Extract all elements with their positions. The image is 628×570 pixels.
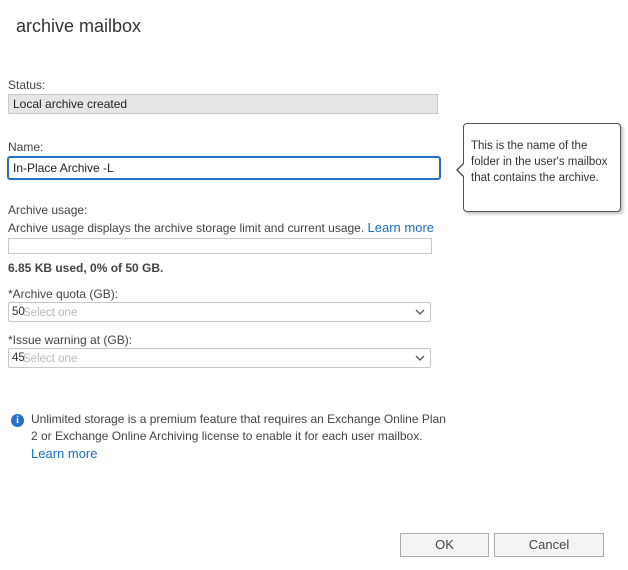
archive-usage-bar <box>8 238 432 254</box>
cancel-button[interactable]: Cancel <box>494 533 604 557</box>
archive-usage-description: Archive usage displays the archive stora… <box>8 220 434 235</box>
chevron-down-icon <box>415 309 425 315</box>
info-message: Unlimited storage is a premium feature t… <box>31 411 451 463</box>
archive-quota-placeholder: Select one <box>23 307 78 319</box>
name-tooltip: This is the name of the folder in the us… <box>456 123 621 212</box>
archive-quota-select[interactable]: 50 Select one <box>8 302 431 322</box>
info-icon: i <box>11 414 24 427</box>
learn-more-link[interactable]: Learn more <box>368 220 434 235</box>
info-learn-more-link[interactable]: Learn more <box>31 446 97 461</box>
tooltip-text: This is the name of the folder in the us… <box>471 140 608 184</box>
name-label: Name: <box>8 140 44 154</box>
archive-quota-value: 50 <box>12 306 25 318</box>
archive-usage-description-text: Archive usage displays the archive stora… <box>8 221 365 235</box>
info-message-text: Unlimited storage is a premium feature t… <box>31 412 446 443</box>
name-input[interactable] <box>7 156 441 180</box>
chevron-down-icon <box>415 355 425 361</box>
issue-warning-placeholder: Select one <box>23 353 78 365</box>
issue-warning-label: *Issue warning at (GB): <box>8 333 133 347</box>
archive-usage-label: Archive usage: <box>8 203 88 217</box>
archive-usage-summary: 6.85 KB used, 0% of 50 GB. <box>8 261 164 275</box>
issue-warning-value: 45 <box>12 352 25 364</box>
status-label: Status: <box>8 78 46 92</box>
ok-button[interactable]: OK <box>400 533 489 557</box>
dialog-title: archive mailbox <box>16 16 142 36</box>
status-field: Local archive created <box>8 94 438 114</box>
issue-warning-select[interactable]: 45 Select one <box>8 348 431 368</box>
archive-quota-label: *Archive quota (GB): <box>8 287 119 301</box>
